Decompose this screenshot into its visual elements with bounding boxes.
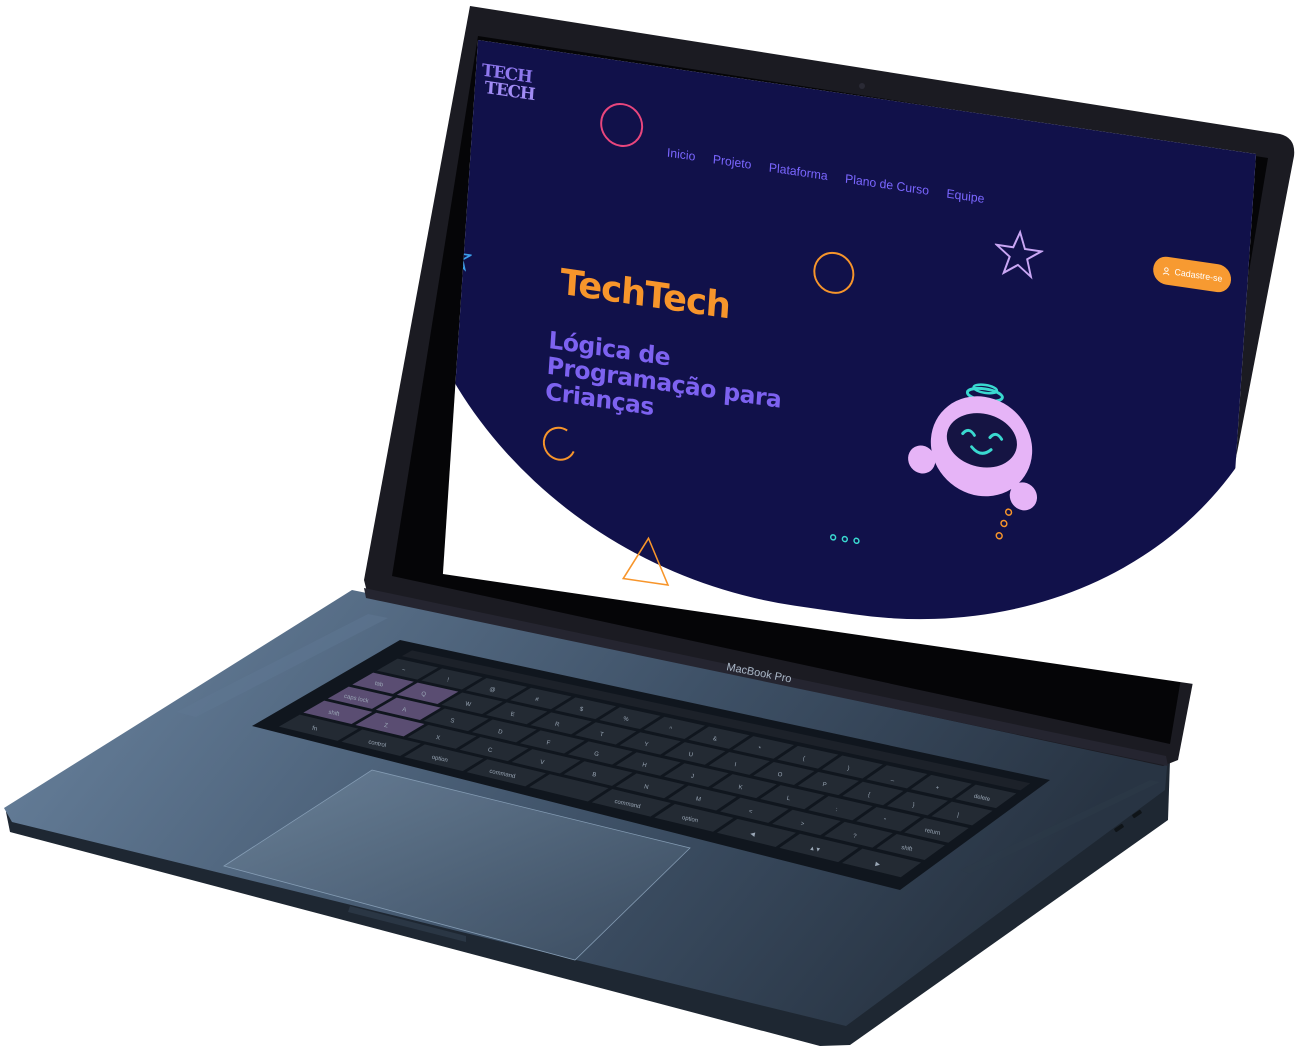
star-icon [993,229,1045,280]
orange-circle-icon [813,251,855,294]
keyboard-key-label: @ [489,687,496,694]
website-screen: TECH TECH Inicio Projeto Plataforma Plan… [442,40,1256,689]
site-logo[interactable]: TECH TECH [480,61,536,110]
robot-mascot-icon [908,383,1038,540]
signup-label: Cadastre-se [1174,266,1223,284]
pink-circle-icon [600,102,644,147]
orange-arc-icon [542,426,575,461]
orange-triangle-icon [621,536,670,587]
user-icon [1162,266,1170,275]
logo-line-2: TECH [484,78,536,106]
